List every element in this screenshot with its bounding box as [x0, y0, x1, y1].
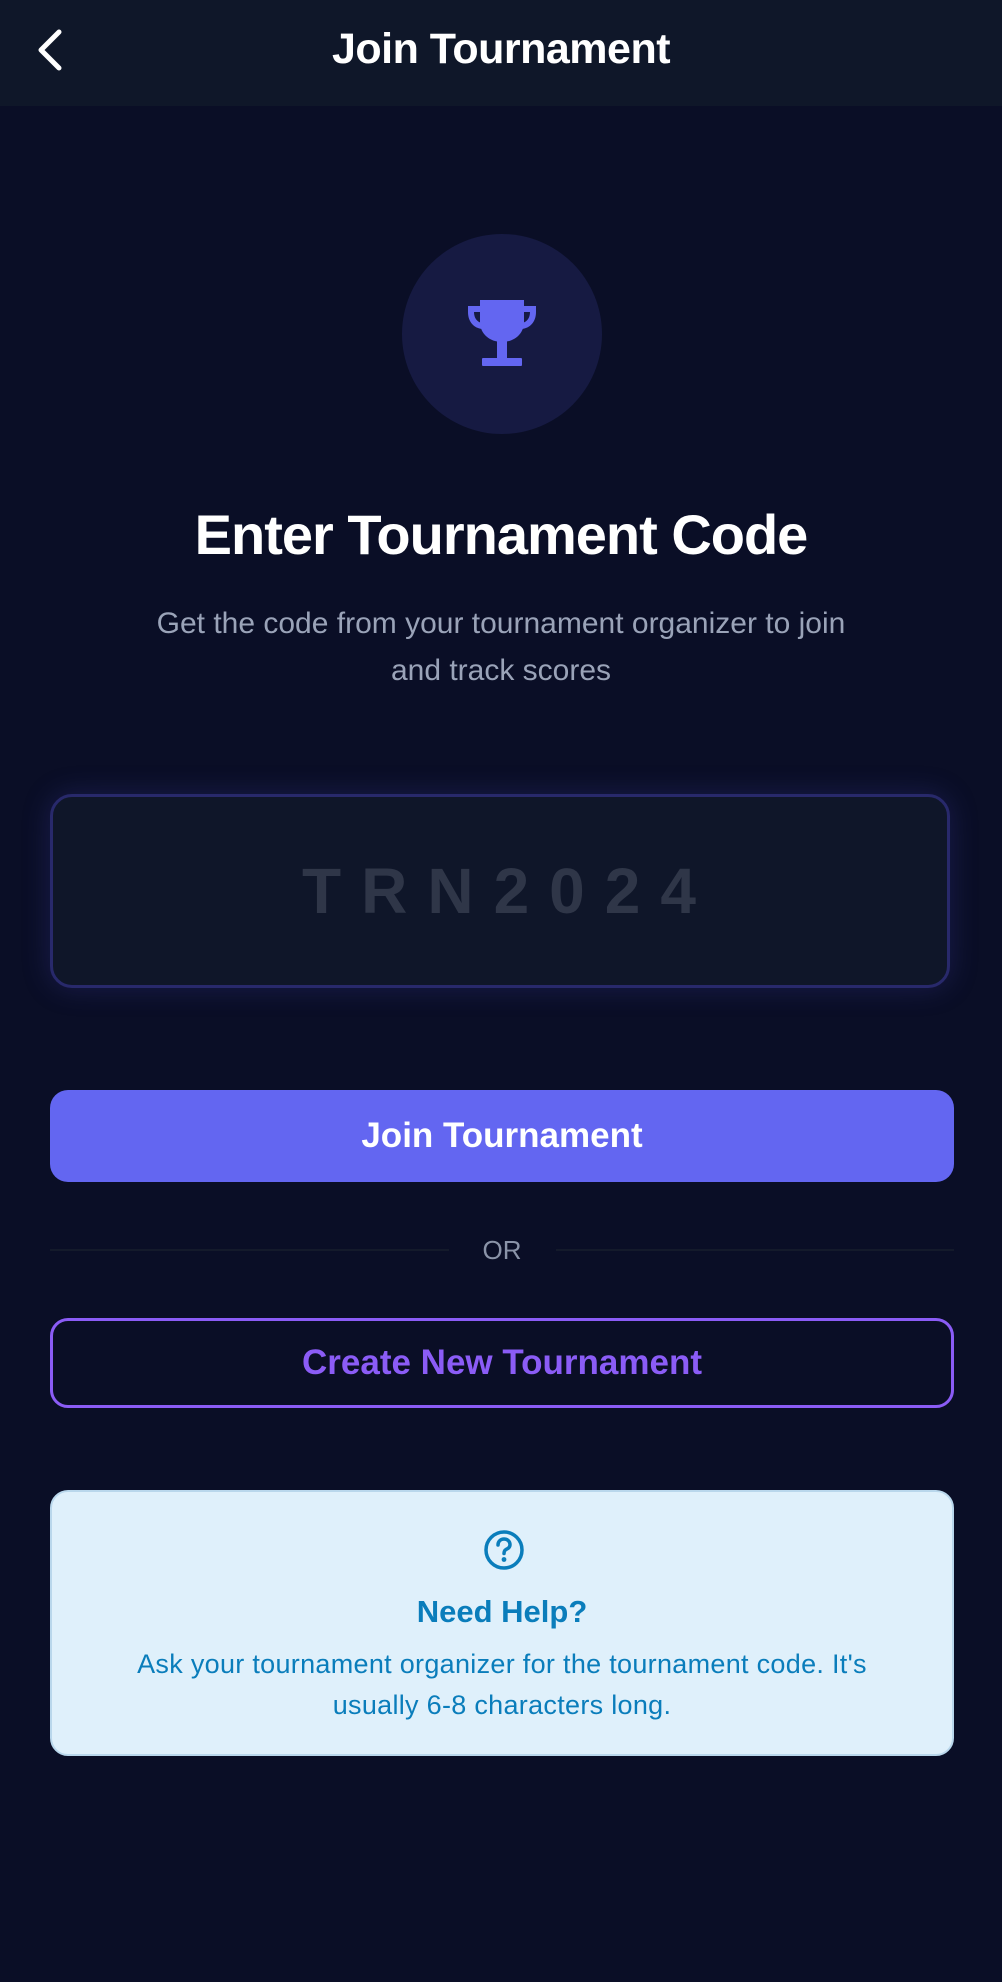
divider-label: OR — [482, 1234, 522, 1265]
page-title: Enter Tournament Code — [194, 503, 809, 566]
join-tournament-button[interactable]: Join Tournament — [50, 1090, 954, 1182]
help-title: Need Help? — [416, 1594, 588, 1629]
join-tournament-screen: Join Tournament Enter Tournament Code Ge… — [0, 0, 1002, 1982]
create-tournament-button[interactable]: Create New Tournament — [50, 1318, 954, 1408]
question-circle-icon — [484, 1530, 524, 1570]
chevron-left-icon — [38, 29, 62, 71]
app-header: Join Tournament — [0, 0, 1002, 106]
trophy-badge — [402, 234, 602, 434]
header-title: Join Tournament — [331, 24, 671, 73]
divider-line-right — [555, 1249, 954, 1251]
help-text: Ask your tournament organizer for the to… — [137, 1649, 867, 1720]
divider-line-left — [50, 1249, 449, 1251]
trophy-icon — [468, 300, 536, 366]
tournament-code-input[interactable] — [53, 797, 947, 985]
help-card: Need Help? Ask your tournament organizer… — [50, 1490, 954, 1756]
page-subtitle: Get the code from your tournament organi… — [156, 607, 846, 687]
tournament-code-field[interactable] — [50, 794, 950, 988]
back-button[interactable] — [28, 26, 72, 74]
or-divider: OR — [50, 1226, 954, 1274]
